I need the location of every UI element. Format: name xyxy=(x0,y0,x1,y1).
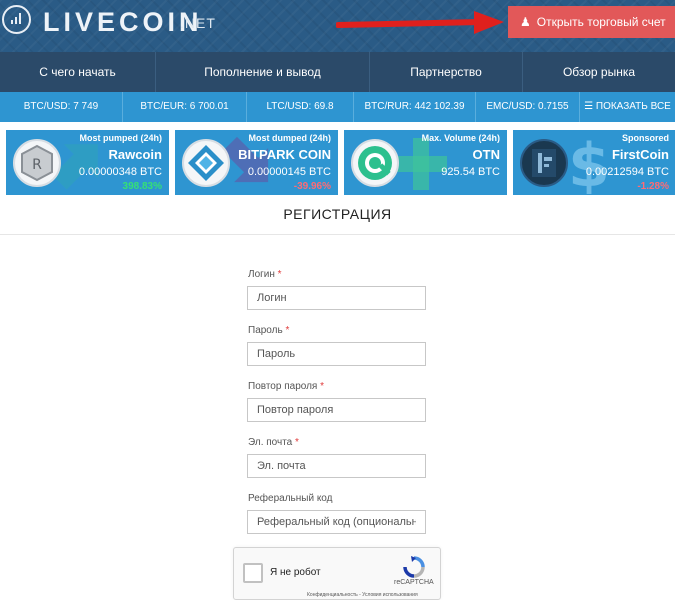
recaptcha-logo-icon xyxy=(402,555,426,579)
coin-price: 0.00000145 BTC xyxy=(248,166,331,178)
password-label: Пароль * xyxy=(248,325,289,336)
nav-item-getting-started[interactable]: С чего начать xyxy=(0,52,155,92)
referral-input[interactable] xyxy=(247,510,426,534)
price-change: 398.83% xyxy=(123,181,162,192)
login-input[interactable] xyxy=(247,286,426,310)
nav-item-market-overview[interactable]: Обзор рынка xyxy=(523,52,675,92)
rawcoin-logo: R xyxy=(13,139,61,187)
coin-name: BITPARK COIN xyxy=(238,147,331,162)
recaptcha-brand: reCAPTCHA xyxy=(394,579,434,586)
ticker-item-emc-usd[interactable]: EMC/USD: 0.7155 xyxy=(476,92,579,122)
coin-price: 0.00000348 BTC xyxy=(79,166,162,178)
user-plus-icon: ♟ xyxy=(520,15,531,29)
card-title: Most dumped (24h) xyxy=(249,133,332,143)
firstcoin-logo xyxy=(520,139,568,187)
coin-price: 0.00212594 BTC xyxy=(586,166,669,178)
ticker-item-btc-usd[interactable]: BTC/USD: 7 749 xyxy=(0,92,122,122)
coin-name: OTN xyxy=(473,147,500,162)
recaptcha-terms-link[interactable]: Конфиденциальность - Условия использован… xyxy=(307,592,418,598)
referral-label: Реферальный код xyxy=(248,493,333,504)
main-nav: С чего начать Пополнение и вывод Партнер… xyxy=(0,52,675,92)
coin-name: FirstCoin xyxy=(612,147,669,162)
otn-logo xyxy=(351,139,399,187)
recaptcha-label: Я не робот xyxy=(270,567,321,578)
password-repeat-input[interactable] xyxy=(247,398,426,422)
svg-text:$: $ xyxy=(568,134,610,194)
logo-text[interactable]: LIVECOIN xyxy=(43,7,203,38)
password-repeat-label: Повтор пароля * xyxy=(248,381,324,392)
open-trading-account-label: Открыть торговый счет xyxy=(537,15,666,29)
nav-item-deposit-withdraw[interactable]: Пополнение и вывод xyxy=(156,52,369,92)
price-ticker: BTC/USD: 7 749 BTC/EUR: 6 700.01 LTC/USD… xyxy=(0,92,675,122)
price-change: -1.28% xyxy=(637,181,669,192)
page-title: РЕГИСТРАЦИЯ xyxy=(0,206,675,222)
ticker-item-btc-rur[interactable]: BTC/RUR: 442 102.39 xyxy=(354,92,475,122)
recaptcha-checkbox[interactable] xyxy=(243,563,263,583)
card-sponsored[interactable]: $ Sponsored FirstCoin 0.00212594 BTC -1.… xyxy=(513,130,675,195)
svg-text:R: R xyxy=(32,157,42,173)
logo-suffix: .NET xyxy=(180,15,216,31)
site-header: LIVECOIN .NET ♟ Открыть торговый счет xyxy=(0,0,675,52)
required-marker: * xyxy=(278,269,282,280)
bitpark-logo xyxy=(182,139,230,187)
highlight-cards: R Most pumped (24h) Rawcoin 0.00000348 B… xyxy=(0,130,675,195)
show-all-button[interactable]: ☰ ПОКАЗАТЬ ВСЕ xyxy=(580,92,675,122)
password-input[interactable] xyxy=(247,342,426,366)
ticker-item-ltc-usd[interactable]: LTC/USD: 69.8 xyxy=(247,92,353,122)
coin-name: Rawcoin xyxy=(109,147,162,162)
open-trading-account-button[interactable]: ♟ Открыть торговый счет xyxy=(508,6,675,38)
login-label: Логин * xyxy=(248,269,282,280)
red-arrow-icon xyxy=(336,8,506,42)
card-title: Max. Volume (24h) xyxy=(422,133,500,143)
recaptcha-widget: Я не робот reCAPTCHA Конфиденциальность … xyxy=(233,547,441,600)
price-change: -39.96% xyxy=(294,181,331,192)
card-title: Most pumped (24h) xyxy=(80,133,163,143)
email-input[interactable] xyxy=(247,454,426,478)
card-most-dumped[interactable]: Most dumped (24h) BITPARK COIN 0.0000014… xyxy=(175,130,338,195)
section-divider xyxy=(0,234,675,235)
card-title: Sponsored xyxy=(622,133,669,143)
required-marker: * xyxy=(285,325,289,336)
logo-bars-icon xyxy=(11,12,23,24)
email-label: Эл. почта * xyxy=(248,437,299,448)
required-marker: * xyxy=(320,381,324,392)
card-most-pumped[interactable]: R Most pumped (24h) Rawcoin 0.00000348 B… xyxy=(6,130,169,195)
required-marker: * xyxy=(295,437,299,448)
nav-item-partnership[interactable]: Партнерство xyxy=(370,52,522,92)
card-max-volume[interactable]: Max. Volume (24h) OTN 925.54 BTC xyxy=(344,130,507,195)
coin-price: 925.54 BTC xyxy=(441,166,500,178)
ticker-item-btc-eur[interactable]: BTC/EUR: 6 700.01 xyxy=(123,92,246,122)
